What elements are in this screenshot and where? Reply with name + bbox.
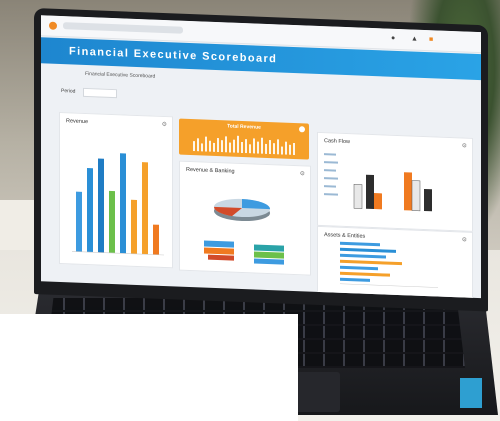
revenue-bar-8 bbox=[153, 224, 159, 255]
revenue-bar-chart bbox=[72, 153, 164, 256]
cash-bar-5 bbox=[411, 180, 421, 212]
address-bar[interactable] bbox=[63, 22, 183, 34]
period-label: Period bbox=[61, 88, 76, 95]
cash-bar-6 bbox=[424, 188, 432, 212]
period-select[interactable] bbox=[83, 87, 117, 99]
breadcrumb[interactable]: Financial Executive Scoreboard bbox=[85, 71, 155, 80]
revenue-banking-card: Revenue & Banking ⚙ bbox=[179, 160, 311, 276]
stack-block-right-3 bbox=[254, 258, 284, 265]
alert-icon[interactable]: ■ bbox=[429, 36, 433, 43]
pie-slice-blue bbox=[242, 198, 270, 210]
revenue-bar-5 bbox=[120, 153, 126, 254]
laptop-screen: ● ▲ ■ Financial Executive Scoreboard Fin… bbox=[41, 15, 481, 299]
close-icon[interactable] bbox=[299, 126, 305, 133]
app-logo-icon bbox=[49, 21, 57, 30]
assets-entities-card: Assets & Entities ⚙ bbox=[317, 225, 473, 299]
hbar-6 bbox=[340, 271, 390, 277]
user-icon[interactable]: ▲ bbox=[411, 35, 418, 42]
revenue-bar-2 bbox=[87, 168, 93, 253]
hbar-1 bbox=[340, 241, 380, 247]
stack-block-right-2 bbox=[254, 251, 284, 259]
hbar-2 bbox=[340, 247, 396, 253]
cash-flow-chart bbox=[324, 153, 432, 212]
cash-flow-card: Cash Flow ⚙ bbox=[317, 131, 473, 232]
hbar-7 bbox=[340, 277, 370, 282]
stack-block-left-3 bbox=[208, 254, 234, 261]
total-revenue-sparkbars bbox=[193, 135, 295, 156]
stack-block-right-1 bbox=[254, 244, 284, 252]
stack-block-left-1 bbox=[204, 240, 234, 248]
cash-bar-1 bbox=[353, 184, 363, 209]
assets-hbar-chart bbox=[340, 241, 438, 288]
stack-block-left-2 bbox=[204, 247, 234, 255]
revenue-card: Revenue ⚙ bbox=[59, 111, 173, 269]
revenue-bar-3 bbox=[98, 158, 104, 253]
revenue-bar-4 bbox=[109, 190, 115, 254]
notification-icon[interactable]: ● bbox=[391, 35, 395, 42]
revenue-bar-7 bbox=[142, 162, 148, 255]
revenue-bar-6 bbox=[131, 199, 137, 254]
blue-notebook bbox=[460, 378, 482, 408]
cash-bar-2 bbox=[366, 174, 374, 210]
revenue-bar-1 bbox=[76, 191, 82, 252]
cash-bar-3 bbox=[374, 193, 382, 210]
hbar-4 bbox=[340, 259, 402, 266]
hbar-5 bbox=[340, 265, 378, 271]
laptop-lid: ● ▲ ■ Financial Executive Scoreboard Fin… bbox=[34, 8, 488, 312]
blank-overlay-box bbox=[0, 314, 298, 421]
hbar-3 bbox=[340, 253, 386, 259]
revenue-banking-charts bbox=[204, 198, 284, 265]
total-revenue-card: Total Revenue bbox=[179, 118, 309, 160]
cash-bar-4 bbox=[404, 172, 412, 211]
